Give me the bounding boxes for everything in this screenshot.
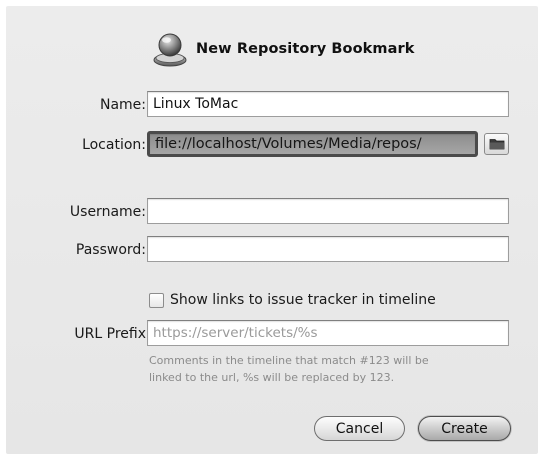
location-label: Location: [82,137,146,153]
create-button[interactable]: Create [418,416,511,441]
dialog-title: New Repository Bookmark [196,41,415,57]
username-row: Username: [6,198,538,228]
help-line-2: linked to the url, %s will be replaced b… [149,371,395,384]
show-links-label: Show links to issue tracker in timeline [170,292,436,308]
name-row: Name: [6,91,538,121]
cancel-button[interactable]: Cancel [314,416,405,441]
location-field[interactable]: file://localhost/Volumes/Media/repos/ [147,131,478,157]
folder-icon [489,135,505,154]
dialog-header: New Repository Bookmark [152,30,415,68]
name-label: Name: [99,97,146,113]
username-label: Username: [69,204,146,220]
url-prefix-row: URL Prefix https://server/tickets/%s [6,320,538,350]
password-field[interactable] [147,236,509,262]
username-field[interactable] [147,198,509,224]
location-row: Location: file://localhost/Volumes/Media… [6,131,538,161]
browse-location-button[interactable] [484,133,509,155]
show-links-checkbox[interactable] [149,292,164,308]
help-line-1: Comments in the timeline that match #123… [149,354,429,367]
name-field[interactable] [147,91,509,117]
url-prefix-help-text: Comments in the timeline that match #123… [149,352,519,386]
new-repository-bookmark-dialog: New Repository Bookmark Name: Location: … [6,6,538,454]
url-prefix-label: URL Prefix [74,326,146,342]
password-label: Password: [75,242,146,258]
url-prefix-field[interactable]: https://server/tickets/%s [147,320,509,346]
repository-icon [152,30,188,68]
show-links-option[interactable]: Show links to issue tracker in timeline [149,292,436,308]
password-row: Password: [6,236,538,266]
